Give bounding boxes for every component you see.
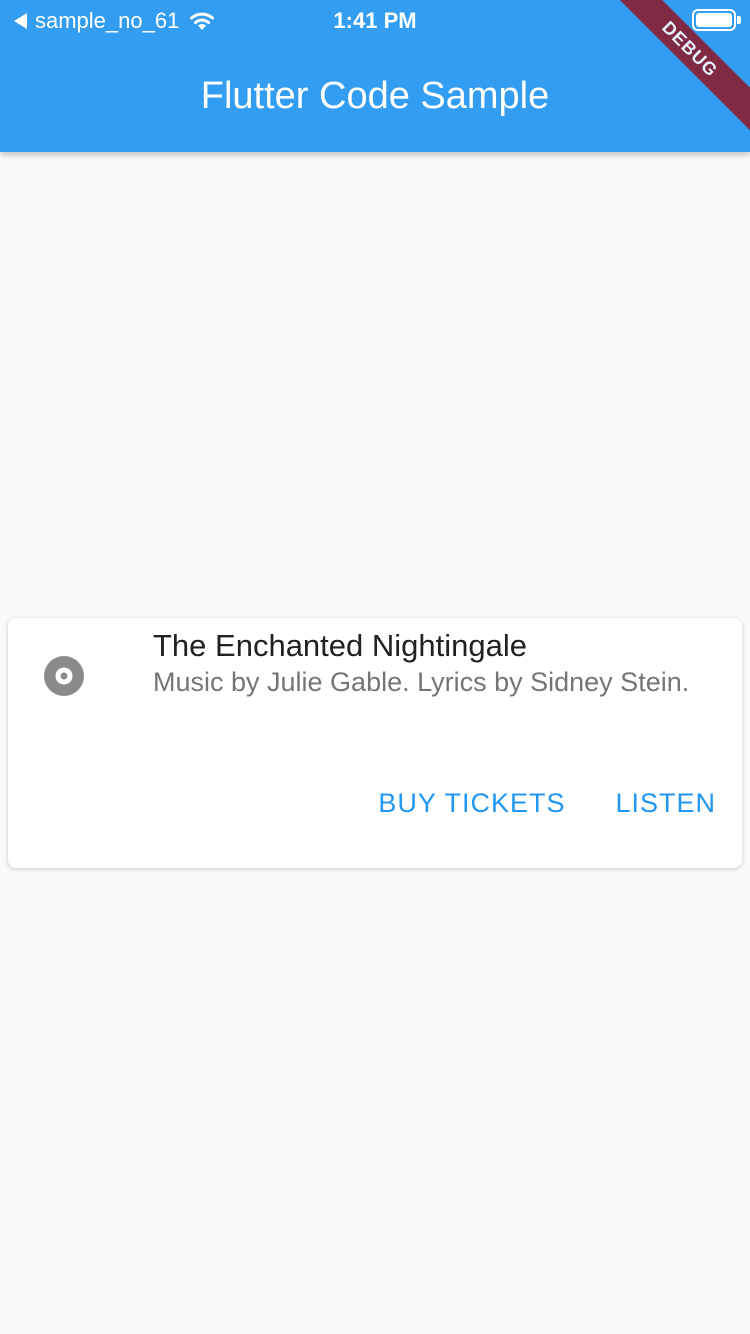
- buy-tickets-button[interactable]: BUY TICKETS: [370, 778, 573, 828]
- battery-icon: [692, 9, 736, 31]
- song-card: The Enchanted Nightingale Music by Julie…: [8, 618, 742, 868]
- app-bar: sample_no_61 1:41 PM Flutter Code Sample: [0, 0, 750, 152]
- song-subtitle: Music by Julie Gable. Lyrics by Sidney S…: [153, 667, 690, 697]
- listen-button[interactable]: LISTEN: [607, 778, 724, 828]
- song-title: The Enchanted Nightingale: [153, 628, 527, 663]
- page-title: Flutter Code Sample: [200, 75, 550, 117]
- album-icon: [44, 656, 84, 696]
- card-actions: BUY TICKETS LISTEN: [370, 778, 724, 828]
- battery-tip: [737, 16, 741, 24]
